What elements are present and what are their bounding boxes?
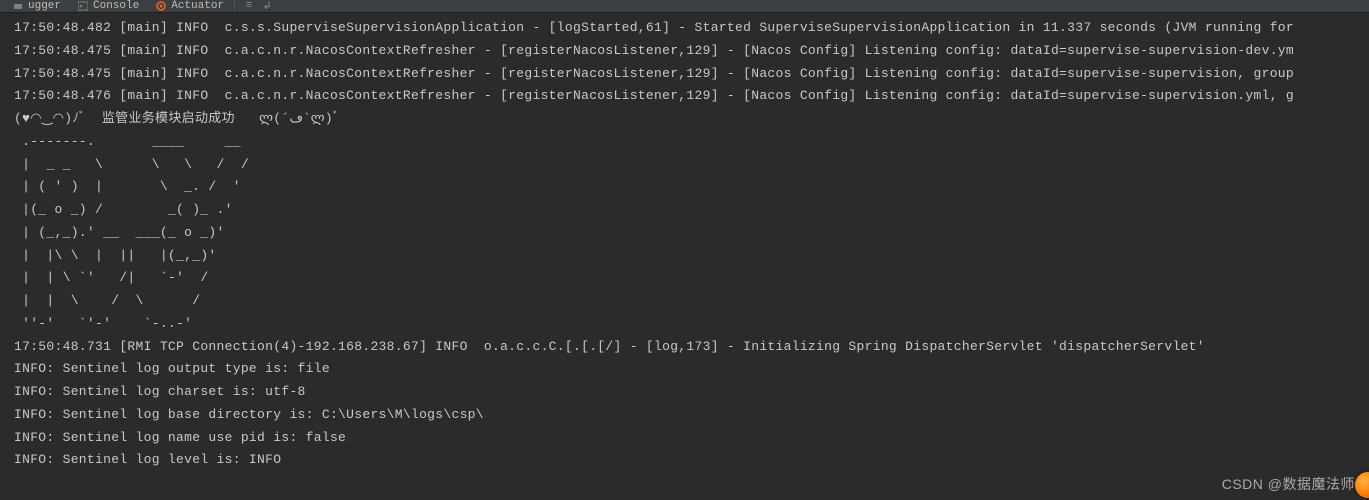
log-line: INFO: Sentinel log base directory is: C:… — [14, 404, 1369, 427]
log-line: INFO: Sentinel log output type is: file — [14, 358, 1369, 381]
tab-actuator-label: Actuator — [171, 0, 224, 12]
log-line: 17:50:48.482 [main] INFO c.s.s.Supervise… — [14, 17, 1369, 40]
settings-icon[interactable]: ≡ — [243, 0, 255, 12]
watermark-badge-icon — [1355, 472, 1369, 498]
log-line: INFO: Sentinel log name use pid is: fals… — [14, 427, 1369, 450]
ide-toolbar: ugger Console Actuator ≡ ↲ — [0, 0, 1369, 13]
log-line: INFO: Sentinel log level is: INFO — [14, 449, 1369, 472]
console-icon — [77, 0, 89, 12]
tab-debugger[interactable]: ugger — [4, 0, 69, 12]
log-line: ''-' `'-' `-..-' — [14, 313, 1369, 336]
log-line: | (_,_).' __ ___(_ o _)' — [14, 222, 1369, 245]
watermark-text: CSDN @数据魔法师 — [1222, 474, 1355, 494]
wrap-icon[interactable]: ↲ — [261, 0, 273, 12]
console-output[interactable]: 17:50:48.482 [main] INFO c.s.s.Supervise… — [0, 13, 1369, 472]
log-line: 17:50:48.475 [main] INFO c.a.c.n.r.Nacos… — [14, 40, 1369, 63]
log-line: | | \ `' /| `-' / — [14, 267, 1369, 290]
log-line: | |\ \ | || |(_,_)' — [14, 245, 1369, 268]
actuator-icon — [155, 0, 167, 12]
tab-debugger-label: ugger — [28, 0, 61, 12]
log-line: 17:50:48.731 [RMI TCP Connection(4)-192.… — [14, 336, 1369, 359]
log-line: |(_ o _) / _( )_ .' — [14, 199, 1369, 222]
log-line: | | \ / \ / — [14, 290, 1369, 313]
log-line: 17:50:48.475 [main] INFO c.a.c.n.r.Nacos… — [14, 63, 1369, 86]
debug-icon — [12, 0, 24, 12]
log-line: .-------. ____ __ — [14, 131, 1369, 154]
log-line: | ( ' ) | \ _. / ' — [14, 176, 1369, 199]
tab-console[interactable]: Console — [69, 0, 147, 12]
toolbar-separator — [234, 1, 235, 11]
tab-console-label: Console — [93, 0, 139, 12]
log-line: | _ _ \ \ \ / / — [14, 154, 1369, 177]
log-line: (♥◠‿◠)ﾉﾞ 监管业务模块启动成功 ლ(´ڡ`ლ)ﾞ — [14, 108, 1369, 131]
log-line: INFO: Sentinel log charset is: utf-8 — [14, 381, 1369, 404]
log-line: 17:50:48.476 [main] INFO c.a.c.n.r.Nacos… — [14, 85, 1369, 108]
tab-actuator[interactable]: Actuator — [147, 0, 232, 12]
